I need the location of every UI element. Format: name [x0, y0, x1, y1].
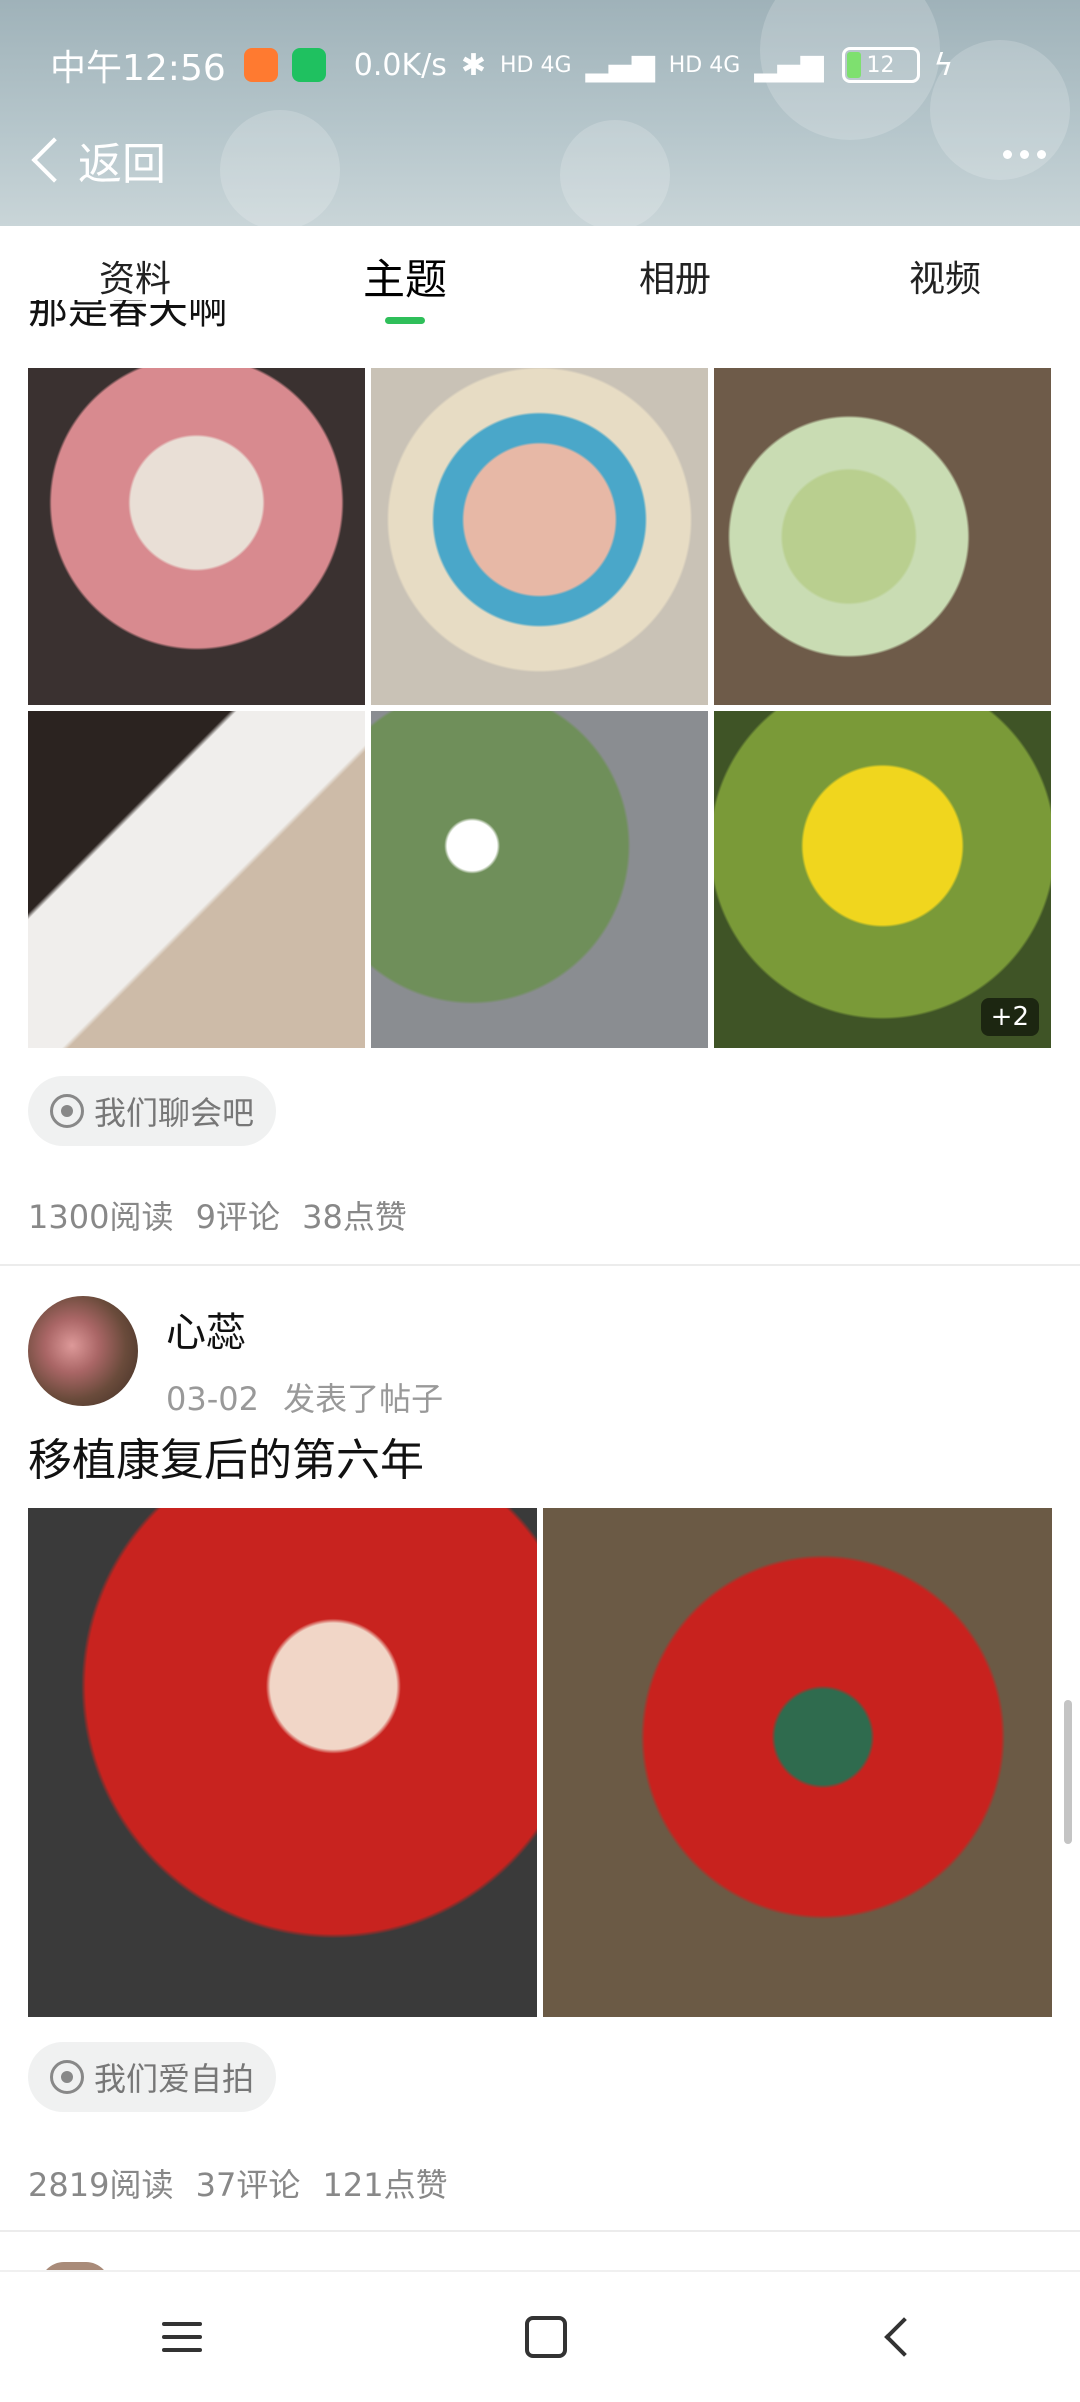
signal-icon: ▂▄▆	[585, 47, 655, 83]
post-date: 03-02	[166, 1380, 259, 1418]
more-dot-icon	[1037, 150, 1046, 159]
battery-icon: 12	[841, 47, 920, 83]
photo-succulent-blue-pot[interactable]	[371, 368, 708, 705]
bg-flower-decoration	[560, 120, 670, 226]
topic-tag[interactable]: 我们聊会吧	[28, 1076, 277, 1146]
battery-level-fill	[846, 52, 861, 78]
back-label: 返回	[78, 139, 166, 190]
system-nav-bar	[0, 2270, 1080, 2402]
charging-icon: ϟ	[933, 47, 954, 83]
tab-label: 主题	[362, 254, 447, 304]
post-divider	[0, 2230, 1080, 2232]
wechat-icon	[291, 48, 326, 82]
photo-child-field[interactable]	[28, 711, 365, 1048]
photo-child-red-jacket[interactable]	[28, 1508, 537, 2017]
home-icon[interactable]	[524, 2316, 567, 2358]
more-options-button[interactable]	[1003, 150, 1046, 159]
mi-app-icon	[243, 48, 278, 82]
post-title-partial: 那是春天啊	[28, 300, 228, 328]
post-image-grid	[28, 1508, 1052, 2017]
tab-album[interactable]: 相册	[540, 226, 810, 326]
read-count: 1300阅读	[28, 1198, 174, 1236]
read-count: 2819阅读	[28, 2166, 174, 2204]
post-divider	[0, 1264, 1080, 1266]
avatar[interactable]	[28, 1296, 138, 1406]
post-meta: 03-02 发表了帖子	[166, 1374, 457, 1420]
comment-count: 37评论	[195, 2166, 301, 2204]
comment-count: 9评论	[195, 1198, 280, 1236]
like-count: 121点赞	[322, 2166, 448, 2204]
more-dot-icon	[1020, 150, 1029, 159]
network-label-1: HD 4G	[500, 52, 572, 78]
post-stats: 2819阅读 37评论 121点赞	[28, 2160, 460, 2206]
chevron-left-icon	[31, 137, 77, 183]
status-time: 中午12:56	[50, 48, 226, 89]
tab-label: 相册	[638, 259, 711, 300]
photo-succulent-pink-pot[interactable]	[28, 368, 365, 705]
topic-label: 我们爱自拍	[94, 2060, 255, 2098]
status-bar: 中午12:56 0.0K/s ✱ HD 4G ▂▄▆ HD 4G ▂▄▆ 12 …	[50, 40, 953, 90]
bg-flower-decoration	[220, 110, 340, 226]
topic-icon	[50, 1094, 84, 1128]
battery-percent: 12	[866, 52, 895, 78]
bluetooth-icon: ✱	[460, 47, 487, 83]
post-author[interactable]: 心蕊 03-02 发表了帖子	[28, 1296, 457, 1420]
like-count: 38点赞	[302, 1198, 407, 1236]
topic-label: 我们聊会吧	[94, 1094, 255, 1132]
post-image-grid: +2	[28, 368, 1052, 1048]
topic-tag[interactable]: 我们爱自拍	[28, 2042, 277, 2112]
tab-label: 资料	[98, 259, 171, 300]
network-speed: 0.0K/s	[353, 47, 447, 83]
photo-succulent-green[interactable]	[714, 368, 1051, 705]
photo-child-holding-pot[interactable]	[543, 1508, 1052, 2017]
signal-icon: ▂▄▆	[754, 47, 824, 83]
author-name[interactable]: 心蕊	[166, 1300, 457, 1358]
active-tab-indicator	[385, 317, 425, 324]
post-title[interactable]: 移植康复后的第六年	[28, 1424, 424, 1488]
post-action: 发表了帖子	[283, 1380, 444, 1418]
scrollbar[interactable]	[1064, 1700, 1072, 1844]
tab-topics[interactable]: 主题	[270, 226, 540, 326]
tab-video[interactable]: 视频	[810, 226, 1080, 326]
photo-strawberry-flower[interactable]	[371, 711, 708, 1048]
tab-label: 视频	[908, 259, 981, 300]
post-stats: 1300阅读 9评论 38点赞	[28, 1192, 419, 1238]
menu-icon[interactable]	[161, 2322, 202, 2352]
topic-icon	[50, 2060, 84, 2094]
back-button[interactable]: 返回	[28, 128, 166, 192]
back-icon[interactable]	[884, 2317, 925, 2357]
more-images-badge: +2	[980, 998, 1039, 1036]
more-dot-icon	[1003, 150, 1012, 159]
network-label-2: HD 4G	[668, 52, 741, 78]
photo-rapeseed-flowers[interactable]: +2	[714, 711, 1051, 1048]
header: 中午12:56 0.0K/s ✱ HD 4G ▂▄▆ HD 4G ▂▄▆ 12 …	[0, 0, 1080, 226]
